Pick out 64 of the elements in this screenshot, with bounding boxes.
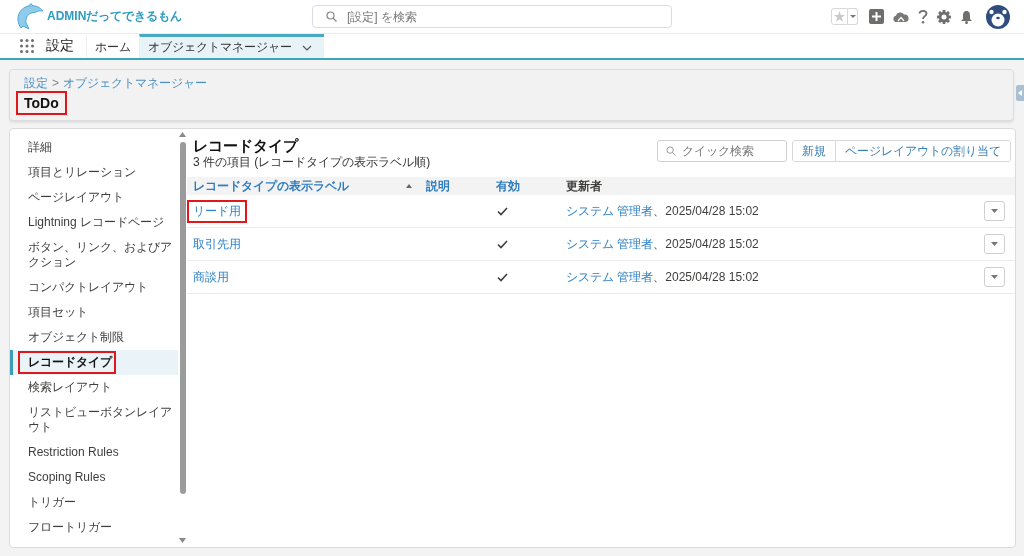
page-title: ToDo [16, 91, 67, 115]
user-link[interactable]: システム 管理者 [566, 202, 654, 220]
avatar-icon[interactable] [986, 4, 1010, 29]
row-actions-button[interactable] [984, 267, 1005, 287]
sidebar-item[interactable]: トリガー [10, 490, 178, 515]
search-icon [326, 11, 337, 22]
sidebar-item[interactable]: 検索レイアウト [10, 375, 178, 400]
caret-down-icon [849, 15, 856, 18]
search-field[interactable]: [設定] を検索 [312, 5, 672, 28]
user-link[interactable]: システム 管理者 [566, 268, 654, 286]
sidebar-item[interactable]: 項目セット [10, 300, 178, 325]
item-count-text: 3 件の項目 (レコードタイプの表示ラベル順) [193, 155, 431, 170]
caret-down-icon [991, 275, 998, 279]
sort-ascending-icon[interactable] [406, 184, 412, 188]
search-icon [666, 146, 676, 156]
column-header[interactable]: レコードタイプの表示ラベル [193, 177, 349, 195]
modified-date: 、2025/04/28 15:02 [653, 268, 759, 286]
column-header[interactable]: 有効 [496, 177, 520, 195]
breadcrumb-separator: > [52, 76, 59, 91]
plus-square-icon[interactable] [869, 9, 884, 24]
record-type-link[interactable]: リード用 [187, 199, 247, 223]
column-header: 更新者 [566, 177, 602, 195]
modified-date: 、2025/04/28 15:02 [653, 235, 759, 253]
sidebar-item[interactable]: 詳細 [10, 135, 178, 160]
quick-search-field[interactable]: クイック検索 [657, 140, 787, 162]
app-name: 設定 [46, 37, 74, 55]
help-icon[interactable] [918, 9, 928, 24]
sidebar-item[interactable]: フロートリガー [10, 515, 178, 540]
sidebar-item[interactable]: Scoping Rules [10, 465, 178, 490]
row-actions-button[interactable] [984, 234, 1005, 254]
user-link[interactable]: システム 管理者 [566, 235, 654, 253]
sidebar-item[interactable]: 項目とリレーション [10, 160, 178, 185]
scroll-down-icon[interactable] [179, 538, 186, 543]
section-title: レコードタイプ [193, 137, 300, 155]
sidebar-item[interactable]: レコードタイプ [10, 350, 178, 375]
caret-left-icon [1018, 90, 1022, 96]
sidebar-item[interactable]: Lightning レコードページ [10, 210, 178, 235]
sidebar-item[interactable]: リストビューボタンレイアウト [10, 400, 178, 440]
cloud-icon[interactable] [893, 11, 909, 22]
nav-tab[interactable]: オブジェクトマネージャー [139, 34, 324, 58]
sidebar-item[interactable]: コンパクトレイアウト [10, 275, 178, 300]
panel-toggle-button[interactable] [1016, 85, 1024, 101]
assign-layout-button[interactable]: ページレイアウトの割り当て [835, 141, 1010, 161]
notification-bell-icon[interactable] [960, 9, 973, 24]
record-type-link[interactable]: 取引先用 [187, 232, 247, 256]
chevron-down-icon[interactable] [302, 44, 312, 51]
sidebar-item[interactable]: オブジェクト制限 [10, 325, 178, 350]
column-header[interactable]: 説明 [426, 177, 450, 195]
dolphin-logo-icon [14, 2, 44, 31]
modified-date: 、2025/04/28 15:02 [653, 202, 759, 220]
settings-icon[interactable] [937, 9, 951, 24]
sidebar-item[interactable]: ページレイアウト [10, 185, 178, 210]
app-launcher-icon[interactable] [20, 39, 34, 53]
logo-text: ADMINだってできるもん [47, 8, 183, 25]
sidebar-item[interactable]: Restriction Rules [10, 440, 178, 465]
star-icon [834, 11, 845, 22]
scrollbar-thumb[interactable] [179, 142, 186, 494]
row-actions-button[interactable] [984, 201, 1005, 221]
caret-down-icon [991, 242, 998, 246]
caret-down-icon [991, 209, 998, 213]
sidebar-item[interactable]: ボタン、リンク、およびアクション [10, 235, 178, 275]
favorites-menu-button[interactable] [848, 8, 858, 25]
record-type-link[interactable]: 商談用 [187, 265, 235, 289]
scroll-up-icon[interactable] [179, 132, 186, 137]
